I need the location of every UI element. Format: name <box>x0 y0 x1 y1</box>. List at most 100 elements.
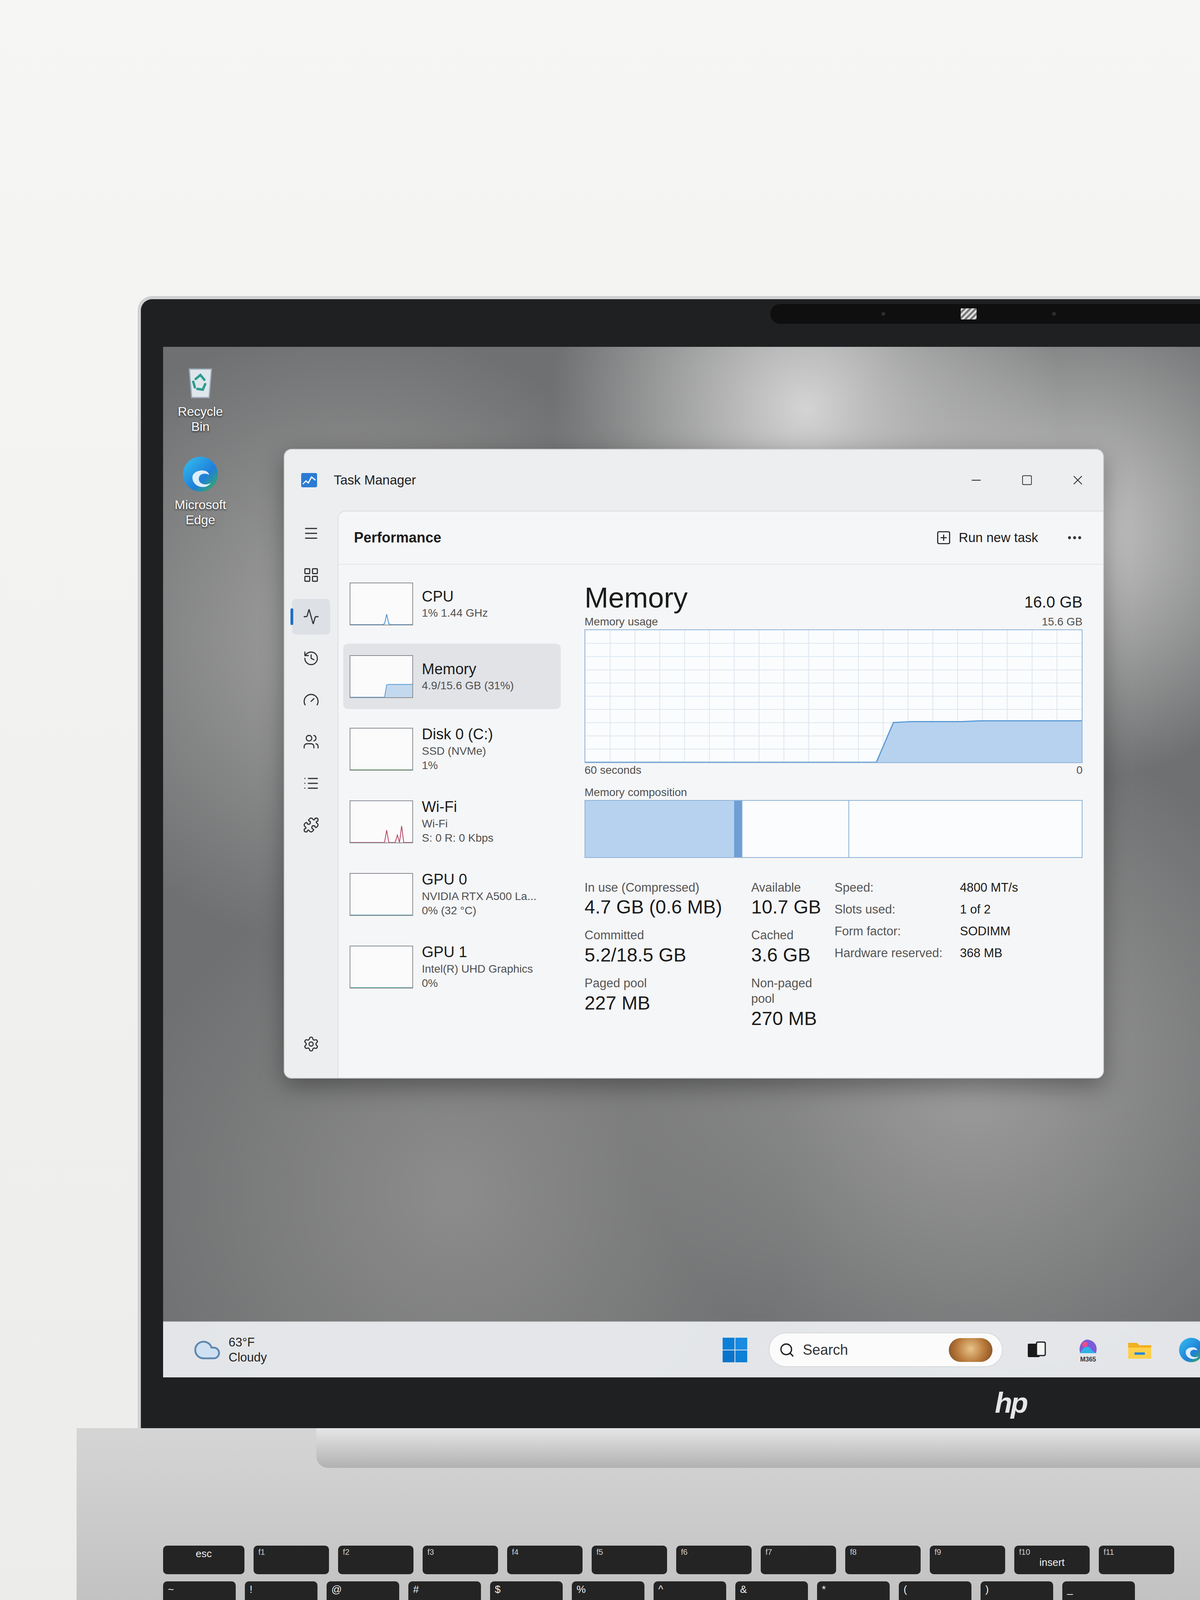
key[interactable]: ! <box>244 1581 318 1600</box>
search-icon <box>778 1342 795 1358</box>
key[interactable]: f7 <box>760 1545 837 1575</box>
nav-button[interactable] <box>292 723 331 760</box>
key[interactable]: f5 <box>591 1545 668 1575</box>
settings-button[interactable] <box>292 1026 331 1062</box>
key[interactable]: f3 <box>422 1545 499 1575</box>
modified-segment <box>734 800 742 858</box>
key-fn-label: f3 <box>427 1547 494 1557</box>
task-manager-app-icon <box>300 472 318 489</box>
key[interactable]: f11 <box>1098 1545 1175 1575</box>
weather-widget[interactable]: 63°FCloudy <box>192 1334 285 1365</box>
stat-value: 227 MB <box>584 991 752 1016</box>
key[interactable]: f9 <box>929 1545 1006 1575</box>
key[interactable]: f4 <box>507 1545 583 1575</box>
key[interactable]: # <box>408 1581 481 1600</box>
key[interactable]: ) <box>980 1581 1054 1600</box>
resource-detail: 0% <box>421 976 533 991</box>
standby-segment <box>741 800 849 858</box>
stat-label: Cached <box>751 927 835 944</box>
key[interactable]: ( <box>898 1581 972 1600</box>
resource-item[interactable]: Wi-FiWi-FiS: 0 R: 0 Kbps <box>343 788 561 855</box>
start-button[interactable] <box>717 1336 753 1364</box>
key-row: ~! @ # $% ^&* () _ <box>163 1581 1200 1600</box>
close-button[interactable] <box>1052 460 1104 500</box>
nav-button[interactable] <box>292 640 331 677</box>
maximize-button[interactable] <box>1001 460 1053 500</box>
edge-icon <box>1177 1336 1200 1364</box>
laptop-base: esc f1 f2 f3 f4 f5 f6 f7 f8 f9 f10insert f11 ~! @ # $% ^… <box>76 1428 1200 1600</box>
desktop-icon[interactable]: Recycle Bin <box>168 361 233 435</box>
key-fn-label: f11 <box>1103 1547 1170 1557</box>
resource-item[interactable]: Disk 0 (C:)SSD (NVMe)1% <box>343 716 561 782</box>
nav-button[interactable] <box>292 765 331 802</box>
desktop-icon-label: Recycle Bin <box>168 403 233 435</box>
minimize-button[interactable] <box>950 460 1002 500</box>
resource-item[interactable]: GPU 0NVIDIA RTX A500 La...0% (32 °C) <box>343 861 561 927</box>
stat-value: 270 MB <box>751 1006 835 1031</box>
key[interactable]: & <box>735 1581 808 1600</box>
task-view-button[interactable] <box>1018 1338 1055 1362</box>
performance-icon <box>302 608 320 625</box>
resource-name: Disk 0 (C:) <box>421 725 493 745</box>
key[interactable]: f8 <box>845 1545 921 1575</box>
key[interactable]: % <box>571 1581 645 1600</box>
resource-text: GPU 0NVIDIA RTX A500 La...0% (32 °C) <box>421 870 537 918</box>
key[interactable]: f6 <box>676 1545 752 1575</box>
stat: Paged pool227 MB <box>584 975 752 1031</box>
stat: Committed5.2/18.5 GB <box>584 927 752 968</box>
key[interactable]: esc <box>163 1545 245 1575</box>
explorer-button[interactable] <box>1121 1338 1158 1362</box>
nav-button[interactable] <box>292 598 331 635</box>
key-fn-label: f7 <box>765 1547 832 1557</box>
resource-name: Wi-Fi <box>421 797 494 817</box>
resource-text: CPU1% 1.44 GHz <box>421 587 489 621</box>
resource-text: GPU 1Intel(R) UHD Graphics0% <box>421 942 533 991</box>
screen-row: Recycle Bin Microsoft Edge Task ManagerPer… <box>140 346 1200 1378</box>
usage-thumbnail <box>349 582 414 626</box>
edge-icon <box>180 454 221 495</box>
nav-button[interactable] <box>292 807 331 843</box>
stat-value: 3.6 GB <box>751 943 835 968</box>
resource-item[interactable]: Memory4.9/15.6 GB (31%) <box>343 643 561 710</box>
key[interactable]: _ <box>1062 1581 1135 1600</box>
resource-item[interactable]: GPU 1Intel(R) UHD Graphics0% <box>343 934 561 1000</box>
resource-detail: Intel(R) UHD Graphics <box>421 961 533 977</box>
key[interactable]: f10insert <box>1014 1545 1090 1575</box>
key[interactable]: @ <box>326 1581 400 1600</box>
search-box[interactable]: Search <box>768 1332 1003 1368</box>
resource-name: GPU 1 <box>421 942 533 962</box>
nav-button[interactable] <box>292 682 331 718</box>
cloud-icon <box>192 1335 222 1365</box>
taskbar-center: Search M365 <box>717 1332 1200 1368</box>
chart-max: 15.6 GB <box>1041 614 1083 629</box>
key[interactable]: $ <box>490 1581 563 1600</box>
nav-button[interactable] <box>292 515 331 552</box>
spec-label: Hardware reserved: <box>834 945 960 961</box>
key[interactable]: f2 <box>338 1545 414 1575</box>
chart-label: Memory usage <box>584 614 658 629</box>
key[interactable]: ^ <box>653 1581 727 1600</box>
title-bar: Task Manager <box>284 449 1104 511</box>
memory-title-row: Memory16.0 GB <box>584 580 1083 615</box>
key-label: _ <box>1067 1583 1131 1596</box>
key[interactable]: * <box>817 1581 890 1600</box>
desktop-icon-label: Microsoft Edge <box>168 497 233 528</box>
key[interactable]: ~ <box>163 1581 236 1600</box>
key-label: ^ <box>658 1583 722 1596</box>
edge-button[interactable] <box>1173 1336 1200 1364</box>
resource-item[interactable]: CPU1% 1.44 GHz <box>343 571 561 637</box>
key-label: esc <box>167 1547 240 1560</box>
content-body: CPU1% 1.44 GHzMemory4.9/15.6 GB (31%)Dis… <box>338 564 1104 1078</box>
desktop-icon[interactable]: Microsoft Edge <box>168 454 233 528</box>
more-icon <box>1065 528 1084 547</box>
sensor-dot <box>881 311 886 316</box>
laptop-lid: Recycle Bin Microsoft Edge Task ManagerPer… <box>137 296 1200 1429</box>
usage-thumbnail <box>349 945 414 989</box>
run-new-task-button[interactable]: Run new task <box>935 529 1039 546</box>
hinge <box>316 1428 1200 1468</box>
nav-button[interactable] <box>292 557 331 593</box>
task-manager-window: Task ManagerPerformanceRun new taskCPU1%… <box>283 448 1104 1079</box>
more-button[interactable] <box>1065 528 1084 547</box>
m365-button[interactable]: M365 <box>1070 1337 1106 1363</box>
key[interactable]: f1 <box>253 1545 329 1575</box>
